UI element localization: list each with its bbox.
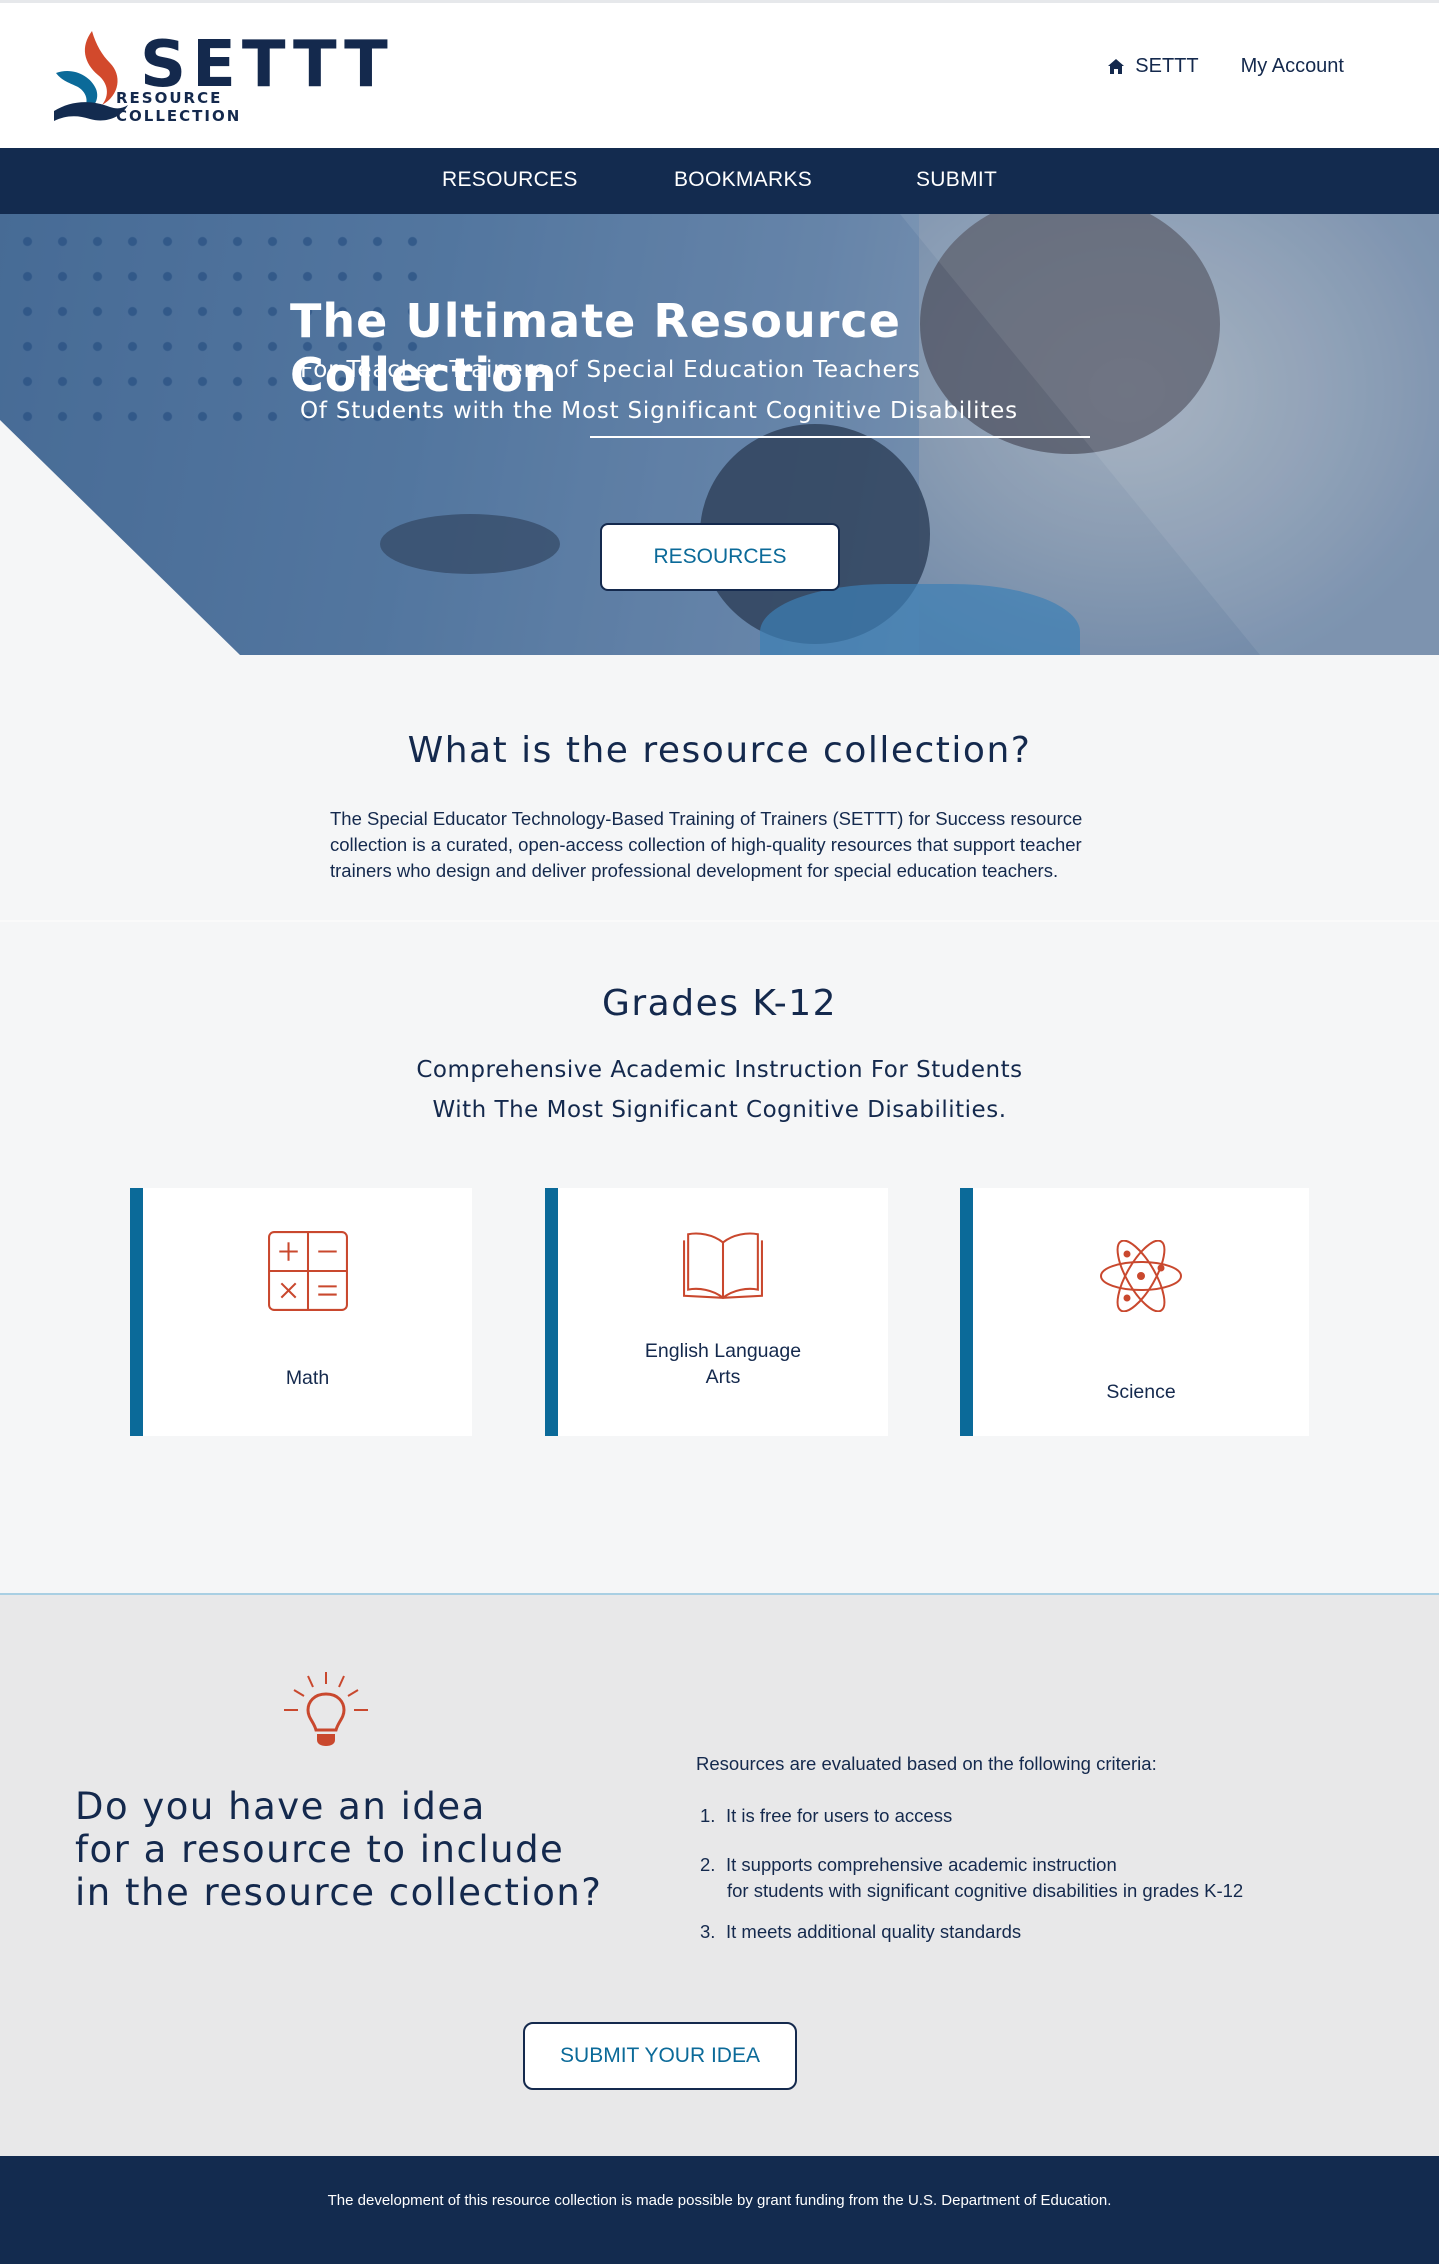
criteria-intro: Resources are evaluated based on the fol…	[696, 1753, 1157, 1774]
card-science-label: Science	[1106, 1381, 1176, 1403]
calculator-icon	[267, 1231, 348, 1311]
lightbulb-icon	[284, 1672, 368, 1746]
nav-resources[interactable]: RESOURCES	[442, 168, 578, 192]
card-ela-label: English Language Arts	[644, 1340, 802, 1388]
site-header: SETTT RESOURCE COLLECTION SETTT My Accou…	[0, 0, 1439, 148]
logo-wordmark: SETTT	[140, 28, 394, 102]
grades-subtitle-line2: With The Most Significant Cognitive Disa…	[432, 1097, 1007, 1123]
criteria-text-continued: for students with significant cognitive …	[727, 1880, 1244, 1901]
about-body: The Special Educator Technology-Based Tr…	[330, 808, 1083, 881]
my-account-link[interactable]: My Account	[1241, 55, 1344, 78]
card-science[interactable]: Science	[960, 1188, 1309, 1436]
criteria-item: 3. It meets additional quality standards	[700, 1921, 1021, 1943]
my-account-label: My Account	[1240, 55, 1344, 77]
footer-funding-text: The development of this resource collect…	[327, 2192, 1112, 2209]
hero-subtitle-line2: Of Students with the Most Significant Co…	[300, 398, 1018, 424]
nav-bookmarks[interactable]: BOOKMARKS	[674, 168, 812, 192]
logo-subtitle: RESOURCE COLLECTION	[116, 89, 242, 125]
grades-subtitle-line1: Comprehensive Academic Instruction For S…	[416, 1057, 1023, 1083]
top-navigation: SETTT My Account	[1107, 55, 1344, 78]
grades-subtitle: Comprehensive Academic Instruction For S…	[0, 1050, 1439, 1130]
site-footer: The development of this resource collect…	[0, 2156, 1439, 2264]
criteria-number: 1.	[700, 1805, 716, 1826]
settt-logo[interactable]: SETTT RESOURCE COLLECTION	[50, 29, 388, 125]
card-english-language-arts[interactable]: English Language Arts	[545, 1188, 888, 1436]
atom-icon	[1100, 1240, 1182, 1312]
idea-section: Do you have an idea for a resource to in…	[0, 1593, 1439, 2156]
hero-banner: The Ultimate Resource Collection For Tea…	[0, 214, 1439, 655]
grades-title: Grades K-12	[601, 983, 838, 1024]
home-link-label: SETTT	[1135, 55, 1199, 77]
criteria-item: 2. It supports comprehensive academic ins…	[700, 1852, 1243, 1904]
main-navbar: RESOURCES BOOKMARKS SUBMIT	[0, 148, 1439, 214]
criteria-text: It supports comprehensive academic instr…	[726, 1854, 1117, 1875]
card-math-label: Math	[285, 1367, 330, 1389]
criteria-number: 2.	[700, 1854, 716, 1875]
hero-underline	[590, 436, 1090, 438]
criteria-item: 1. It is free for users to access	[700, 1805, 952, 1827]
submit-idea-button[interactable]: SUBMIT YOUR IDEA	[523, 2022, 797, 2090]
criteria-text: It is free for users to access	[726, 1805, 953, 1826]
hero-resources-button[interactable]: RESOURCES	[600, 523, 840, 591]
hero-title: The Ultimate Resource Collection	[290, 294, 901, 402]
criteria-text: It meets additional quality standards	[726, 1921, 1022, 1942]
nav-submit[interactable]: SUBMIT	[916, 168, 997, 192]
idea-title: Do you have an idea for a resource to in…	[75, 1785, 603, 1914]
home-link[interactable]: SETTT	[1107, 55, 1199, 78]
criteria-number: 3.	[700, 1921, 716, 1942]
card-math[interactable]: Math	[130, 1188, 472, 1436]
section-divider	[0, 920, 1439, 922]
hero-subtitle-line1: For Teacher Trainers of Special Educatio…	[300, 357, 921, 383]
about-title: What is the resource collection?	[407, 730, 1032, 771]
home-icon	[1108, 58, 1125, 74]
open-book-icon	[683, 1232, 763, 1300]
